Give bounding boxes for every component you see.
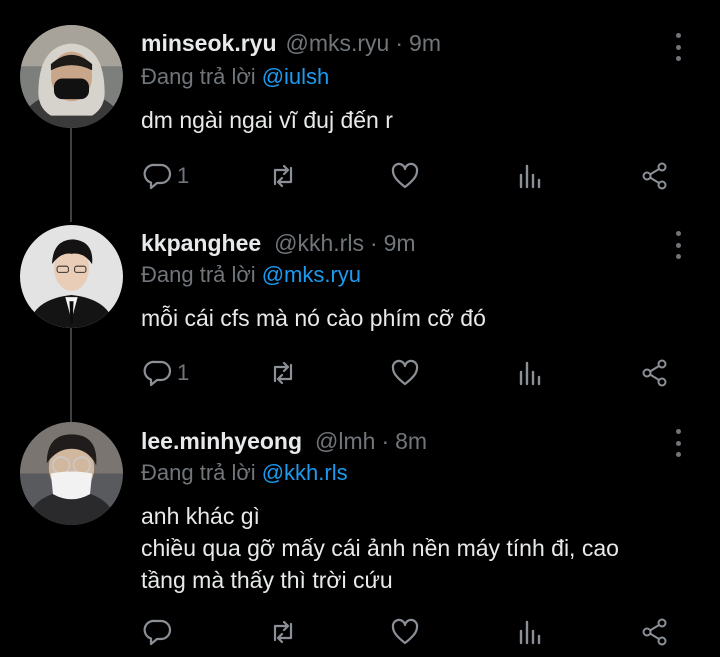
display-name[interactable]: kkpanghee	[141, 230, 261, 257]
reply-button[interactable]	[143, 612, 173, 652]
replying-to-label: Đang trả lời	[141, 64, 256, 89]
avatar-image	[20, 25, 123, 128]
avatar-image	[20, 422, 123, 525]
mention-link[interactable]: @iulsh	[262, 64, 330, 89]
more-options-icon[interactable]	[668, 33, 688, 61]
separator-dot: ·	[395, 30, 404, 56]
avatar[interactable]	[20, 25, 123, 128]
tweet-text-line: mỗi cái cfs mà nó cào phím cỡ đó	[141, 305, 486, 331]
share-button[interactable]	[640, 612, 670, 652]
tweet-text: dm ngài ngai vĩ đuj đến r	[141, 105, 393, 135]
retweet-icon	[273, 620, 293, 644]
replying-to-label: Đang trả lời	[141, 262, 256, 287]
views-icon	[519, 361, 541, 386]
tweet-text-line: anh khác gì	[141, 503, 260, 529]
share-button[interactable]	[640, 353, 670, 393]
like-button[interactable]	[390, 353, 420, 393]
reply-count: 1	[177, 163, 190, 188]
tweet-card[interactable]: lee.minhyeong @lmh · 8m Đang trả lời @kkh…	[0, 400, 720, 657]
display-name[interactable]: minseok.ryu	[141, 30, 277, 57]
tweet-card[interactable]: kkpanghee @kkh.rls · 9m Đang trả lời @mks…	[0, 200, 720, 400]
display-name[interactable]: lee.minhyeong	[141, 428, 302, 455]
timestamp[interactable]: 9m	[409, 30, 441, 57]
reply-button[interactable]: 1	[143, 156, 189, 196]
tweet-actions	[0, 612, 720, 652]
retweet-button[interactable]	[268, 156, 298, 196]
views-icon	[519, 620, 541, 645]
user-handle[interactable]: @kkh.rls	[274, 230, 364, 257]
reply-icon	[143, 360, 172, 387]
replying-to-label: Đang trả lời	[141, 460, 256, 485]
user-handle[interactable]: @lmh	[315, 428, 375, 455]
reply-count: 1	[177, 360, 190, 385]
avatar-image	[20, 225, 123, 328]
avatar[interactable]	[20, 422, 123, 525]
retweet-icon	[273, 361, 293, 385]
user-handle[interactable]: @mks.ryu	[286, 30, 390, 57]
tweet-actions: 1	[0, 353, 720, 393]
replying-to: Đang trả lời @mks.ryu	[141, 262, 361, 288]
tweet-card[interactable]: minseok.ryu @mks.ryu · 9m Đang trả lời @i…	[0, 0, 720, 200]
views-button[interactable]	[516, 612, 546, 652]
tweet-text-line: dm ngài ngai vĩ đuj đến r	[141, 107, 393, 133]
views-button[interactable]	[516, 353, 546, 393]
like-button[interactable]	[390, 612, 420, 652]
more-options-icon[interactable]	[668, 231, 688, 259]
reply-icon	[143, 619, 172, 646]
replying-to: Đang trả lời @kkh.rls	[141, 460, 348, 486]
more-options-icon[interactable]	[668, 429, 688, 457]
share-button[interactable]	[640, 156, 670, 196]
separator-dot: ·	[369, 230, 378, 256]
tweet-text: anh khác gì chiều qua gỡ mấy cái ảnh nền…	[141, 500, 619, 596]
tweet-text: mỗi cái cfs mà nó cào phím cỡ đó	[141, 303, 486, 333]
share-icon	[642, 359, 667, 387]
tweet-actions: 1	[0, 156, 720, 196]
timestamp[interactable]: 8m	[395, 428, 427, 455]
tweet-text-line: tầng mà thấy thì trời cứu	[141, 567, 393, 593]
retweet-button[interactable]	[268, 612, 298, 652]
avatar[interactable]	[20, 225, 123, 328]
like-button[interactable]	[390, 156, 420, 196]
tweet-text-line: chiều qua gỡ mấy cái ảnh nền máy tính đi…	[141, 535, 619, 561]
replying-to: Đang trả lời @iulsh	[141, 64, 329, 90]
reply-button[interactable]: 1	[143, 353, 189, 393]
share-icon	[642, 618, 667, 646]
share-icon	[642, 162, 667, 190]
timestamp[interactable]: 9m	[384, 230, 416, 257]
mention-link[interactable]: @mks.ryu	[262, 262, 361, 287]
like-icon	[391, 359, 419, 386]
views-icon	[519, 164, 541, 189]
retweet-button[interactable]	[268, 353, 298, 393]
like-icon	[391, 162, 419, 189]
reply-icon	[143, 163, 172, 190]
separator-dot: ·	[381, 428, 390, 454]
mention-link[interactable]: @kkh.rls	[262, 460, 348, 485]
like-icon	[391, 618, 419, 645]
views-button[interactable]	[516, 156, 546, 196]
retweet-icon	[273, 164, 293, 188]
